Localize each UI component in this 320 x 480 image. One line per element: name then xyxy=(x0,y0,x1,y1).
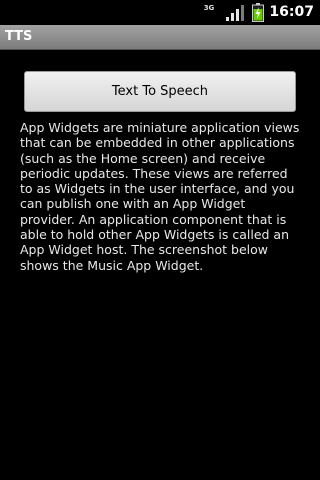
status-bar: 3G 16:07 xyxy=(0,0,320,25)
text-to-speech-button[interactable]: Text To Speech xyxy=(24,71,296,112)
app-title-bar: TTS xyxy=(0,25,320,50)
description-text: App Widgets are miniature application vi… xyxy=(20,120,300,273)
status-bar-clock: 16:07 xyxy=(269,4,314,20)
app-title: TTS xyxy=(5,29,33,44)
battery-charging-icon xyxy=(252,3,264,22)
signal-strength-icon xyxy=(226,5,244,21)
network-3g-icon: 3G xyxy=(203,4,215,12)
